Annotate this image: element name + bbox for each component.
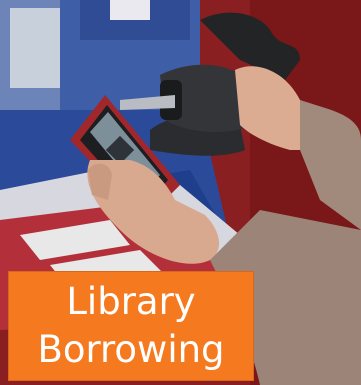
- caption-line-2: Borrowing: [37, 328, 225, 371]
- kiosk-sticker: [110, 0, 150, 20]
- photo-frame: Library Borrowing: [0, 0, 361, 385]
- caption-box: Library Borrowing: [8, 271, 254, 381]
- kiosk-label: [10, 8, 60, 88]
- caption-line-1: Library: [66, 280, 196, 323]
